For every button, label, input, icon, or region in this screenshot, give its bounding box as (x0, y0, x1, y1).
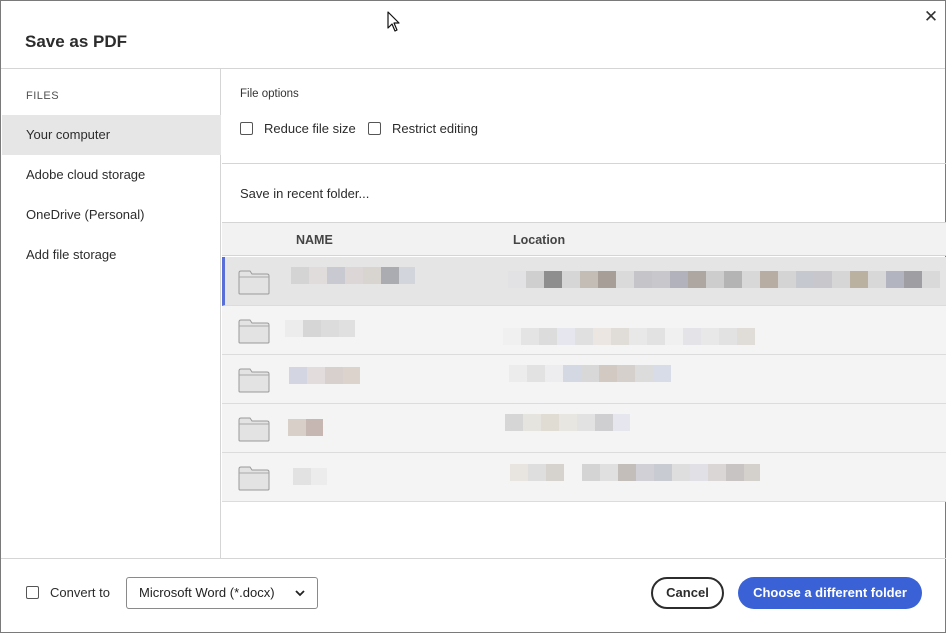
redacted-location (508, 271, 940, 288)
sidebar: FILES Your computer Adobe cloud storage … (2, 69, 221, 558)
close-icon[interactable]: ✕ (921, 7, 941, 27)
reduce-file-size-checkbox[interactable] (240, 122, 253, 135)
sidebar-heading: FILES (26, 90, 60, 102)
column-header-location[interactable]: Location (513, 233, 565, 247)
table-row[interactable] (222, 404, 946, 453)
redacted-name (289, 367, 360, 384)
convert-to-label: Convert to (50, 585, 110, 600)
format-dropdown-value: Microsoft Word (*.docx) (139, 585, 275, 600)
main-panel: File options Reduce file size Restrict e… (222, 69, 946, 558)
redacted-name (288, 419, 323, 436)
redacted-name (285, 320, 355, 337)
folder-icon (238, 368, 270, 393)
convert-to-option[interactable]: Convert to (26, 585, 110, 600)
save-in-recent-folder[interactable]: Save in recent folder... (240, 186, 369, 201)
folder-icon (238, 417, 270, 442)
table-header: NAME Location (222, 222, 946, 256)
mouse-cursor-icon (387, 11, 400, 32)
table-row[interactable] (222, 257, 946, 306)
sidebar-item-your-computer[interactable]: Your computer (2, 115, 221, 155)
folder-icon (238, 270, 270, 295)
sidebar-item-onedrive-personal[interactable]: OneDrive (Personal) (2, 195, 221, 235)
file-options-label: File options (240, 88, 299, 100)
chevron-down-icon (294, 579, 306, 621)
reduce-file-size-label: Reduce file size (264, 121, 356, 136)
table-row[interactable] (222, 453, 946, 502)
redacted-location (510, 464, 760, 481)
dialog-title: Save as PDF (25, 32, 128, 51)
folder-icon (238, 319, 270, 344)
cancel-button[interactable]: Cancel (651, 577, 724, 609)
sidebar-item-add-file-storage[interactable]: Add file storage (2, 235, 221, 275)
convert-to-checkbox[interactable] (26, 586, 39, 599)
table-row[interactable] (222, 355, 946, 404)
restrict-editing-label: Restrict editing (392, 121, 478, 136)
format-dropdown[interactable]: Microsoft Word (*.docx) (126, 577, 318, 609)
redacted-name (291, 267, 415, 284)
redacted-location (505, 414, 630, 431)
restrict-editing-checkbox[interactable] (368, 122, 381, 135)
options-divider (222, 163, 946, 164)
folder-icon (238, 466, 270, 491)
redacted-location (509, 365, 671, 382)
footer-divider (1, 558, 946, 559)
column-header-name[interactable]: NAME (296, 233, 333, 247)
choose-different-folder-button[interactable]: Choose a different folder (738, 577, 922, 609)
redacted-name (293, 468, 327, 485)
sidebar-item-adobe-cloud-storage[interactable]: Adobe cloud storage (2, 155, 221, 195)
restrict-editing-option[interactable]: Restrict editing (368, 121, 478, 136)
save-as-pdf-dialog: Save as PDF ✕ FILES Your computer Adobe … (0, 0, 946, 633)
reduce-file-size-option[interactable]: Reduce file size (240, 121, 356, 136)
redacted-location (503, 328, 755, 345)
table-row[interactable] (222, 306, 946, 355)
